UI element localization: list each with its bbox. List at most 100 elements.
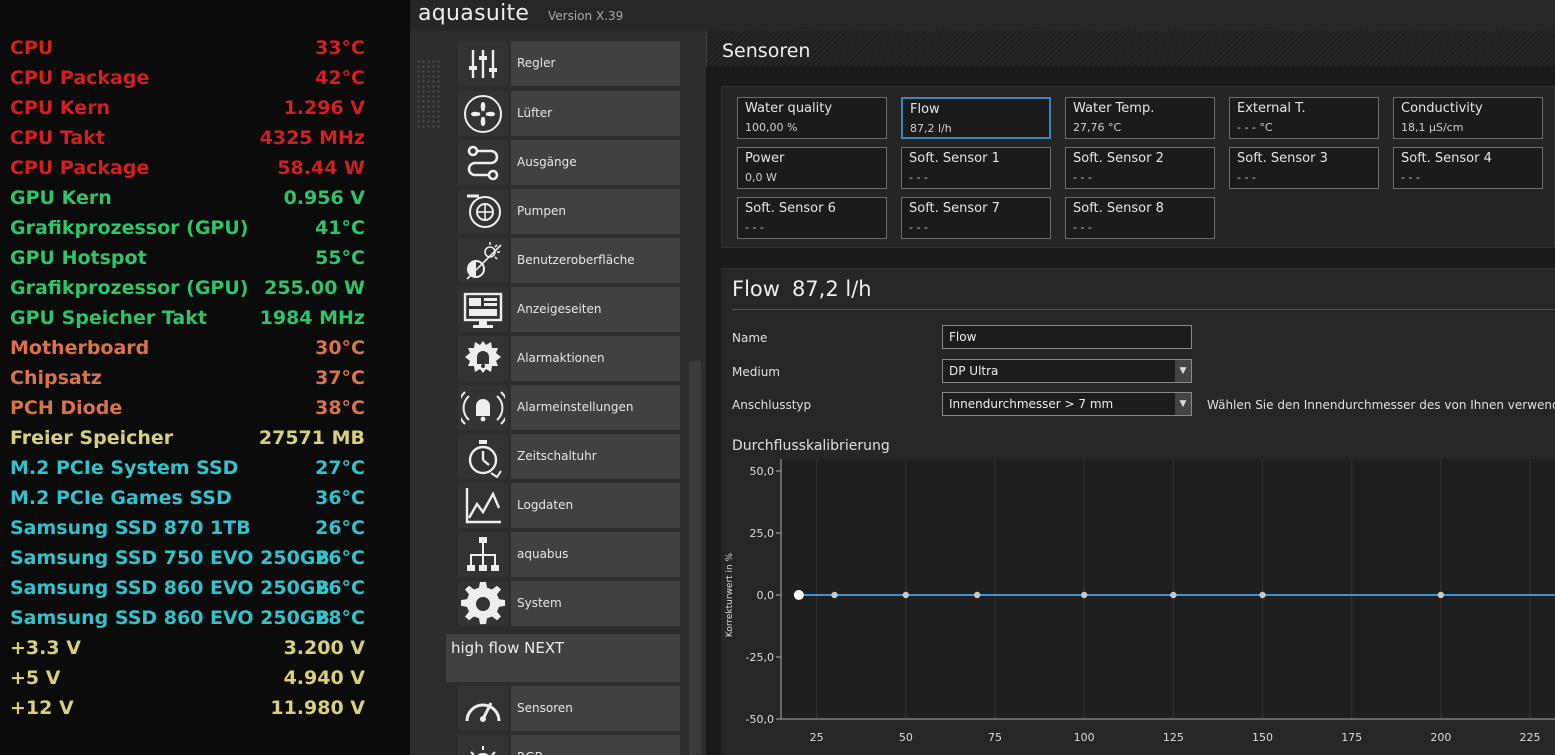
sidebar-item-benutzeroberfläche[interactable]: Benutzeroberfläche: [458, 238, 680, 283]
sensor-tile[interactable]: Soft. Sensor 2 - - -: [1065, 147, 1215, 189]
sidebar-item-sensoren[interactable]: Sensoren: [458, 686, 680, 731]
overlay-value: 36°C: [315, 487, 365, 509]
overlay-label: Chipsatz: [10, 367, 102, 389]
drag-handle[interactable]: [416, 59, 442, 129]
overlay-label: Samsung SSD 860 EVO 250GB: [10, 607, 330, 629]
x-tick-label: 100: [1074, 731, 1095, 744]
calibration-point[interactable]: [793, 590, 804, 600]
overlay-label: Samsung SSD 860 EVO 250GB: [10, 577, 330, 599]
calibration-point[interactable]: [1437, 591, 1445, 599]
overlay-row: Samsung SSD 870 1TB 26°C: [10, 513, 365, 543]
sensor-tile[interactable]: Soft. Sensor 6 - - -: [737, 197, 887, 239]
sensor-tile[interactable]: External T. - - - °C: [1229, 97, 1379, 139]
x-tick-label: 150: [1252, 731, 1273, 744]
device-title[interactable]: high flow NEXT: [446, 634, 680, 682]
chevron-down-icon[interactable]: ▼: [1175, 393, 1191, 415]
sensor-tile[interactable]: Soft. Sensor 8 - - -: [1065, 197, 1215, 239]
sensor-tile[interactable]: Soft. Sensor 3 - - -: [1229, 147, 1379, 189]
sidebar-item-alarmaktionen[interactable]: Alarmaktionen: [458, 336, 680, 381]
overlay-row: GPU Hotspot 55°C: [10, 243, 365, 273]
sensor-tile[interactable]: Water Temp. 27,76 °C: [1065, 97, 1215, 139]
sidebar-item-pumpen[interactable]: Pumpen: [458, 189, 680, 234]
alarm-bell-icon: [458, 336, 508, 381]
sidebar-item-aquabus[interactable]: aquabus: [458, 532, 680, 577]
sidebar-scrollbar[interactable]: [689, 361, 701, 755]
overlay-row: M.2 PCIe Games SSD 36°C: [10, 483, 365, 513]
calibration-point[interactable]: [831, 591, 838, 599]
sensor-tiles-panel: Water quality 100,00 % Flow 87,2 l/h Water T…: [721, 86, 1555, 248]
connection-hint: Wählen Sie den Innendurchmesser des von …: [1207, 398, 1555, 412]
sidebar-item-rgb[interactable]: RGB: [458, 735, 680, 755]
sensor-tile-name: Soft. Sensor 4: [1401, 151, 1492, 166]
sensor-tile[interactable]: Flow 87,2 l/h: [901, 97, 1051, 139]
overlay-label: +3.3 V: [10, 637, 81, 659]
connection-select[interactable]: Innendurchmesser > 7 mm ▼: [942, 392, 1192, 416]
detail-title-name: Flow: [732, 277, 780, 301]
sidebar-item-regler[interactable]: Regler: [458, 41, 680, 86]
overlay-label: +5 V: [10, 667, 61, 689]
sidebar-item-label: Zeitschaltuhr: [511, 434, 680, 479]
calibration-point[interactable]: [1259, 591, 1266, 599]
overlay-label: Motherboard: [10, 337, 150, 359]
sidebar-item-logdaten[interactable]: Logdaten: [458, 483, 680, 528]
y-tick-label: -50,0: [746, 713, 774, 726]
medium-select[interactable]: DP Ultra ▼: [942, 359, 1192, 383]
sensor-tile[interactable]: Conductivity 18,1 µS/cm: [1393, 97, 1543, 139]
x-tick-label: 25: [810, 731, 824, 744]
sensor-tile-name: Water quality: [745, 101, 833, 116]
overlay-row: CPU Package 42°C: [10, 63, 365, 93]
overlay-row: CPU Kern 1.296 V: [10, 93, 365, 123]
overlay-label: M.2 PCIe Games SSD: [10, 487, 232, 509]
overlay-row: Samsung SSD 860 EVO 250GB 26°C: [10, 573, 365, 603]
sensor-tile[interactable]: Power 0,0 W: [737, 147, 887, 189]
sidebar-item-zeitschaltuhr[interactable]: Zeitschaltuhr: [458, 434, 680, 479]
gauge-icon: [458, 686, 508, 731]
sensor-tile-value: - - -: [1073, 221, 1092, 234]
connection-label: Anschlusstyp: [732, 398, 812, 412]
sensor-tile[interactable]: Water quality 100,00 %: [737, 97, 887, 139]
overlay-value: 0.956 V: [283, 187, 365, 209]
calibration-chart[interactable]: 25 50 75 100 125 150 175 200 225 50,0 25,0 0,0 -25,0…: [721, 459, 1555, 755]
sensor-tile-value: 18,1 µS/cm: [1401, 121, 1464, 134]
overlay-row: GPU Speicher Takt 1984 MHz: [10, 303, 365, 333]
overlay-row: +5 V 4.940 V: [10, 663, 365, 693]
sensor-tile[interactable]: Soft. Sensor 4 - - -: [1393, 147, 1543, 189]
calibration-point[interactable]: [902, 591, 910, 599]
sensor-overlay: CPU 33°C CPU Package 42°C CPU Kern 1.296 V CPU…: [0, 0, 410, 755]
sensor-tile-value: 0,0 W: [745, 171, 777, 184]
overlay-label: M.2 PCIe System SSD: [10, 457, 239, 479]
y-tick-label: -25,0: [746, 651, 774, 664]
sensor-tile-name: Soft. Sensor 6: [745, 201, 836, 216]
sidebar-item-label: Logdaten: [511, 483, 680, 528]
sidebar-item-label: Ausgänge: [511, 140, 680, 185]
overlay-label: Grafikprozessor (GPU): [10, 217, 249, 239]
connection-select-value: Innendurchmesser > 7 mm: [949, 397, 1114, 411]
overlay-row: CPU Package 58.44 W: [10, 153, 365, 183]
overlay-value: 55°C: [315, 247, 365, 269]
calibration-point[interactable]: [1170, 591, 1177, 599]
divider: [732, 309, 1555, 310]
display-pages-icon: [458, 287, 508, 332]
sidebar-item-system[interactable]: System: [458, 581, 680, 626]
sensor-tile[interactable]: Soft. Sensor 1 - - -: [901, 147, 1051, 189]
overlay-row: PCH Diode 38°C: [10, 393, 365, 423]
calibration-point[interactable]: [1080, 591, 1088, 599]
timer-icon: [458, 434, 508, 479]
sensor-tile-value: - - -: [909, 171, 928, 184]
name-field[interactable]: Flow: [942, 325, 1192, 349]
calibration-point[interactable]: [973, 591, 981, 599]
detail-title-value: 87,2 l/h: [791, 277, 872, 301]
sidebar-item-lüfter[interactable]: Lüfter: [458, 91, 680, 136]
overlay-value: 38°C: [315, 397, 365, 419]
main-area: Sensoren Water quality 100,00 % Flow 87,2 l…: [706, 31, 1555, 755]
sliders-icon: [458, 41, 508, 86]
sidebar-item-alarmeinstellungen[interactable]: Alarmeinstellungen: [458, 385, 680, 430]
aquasuite-window: aquasuite Version X.39 high flow NEXT Re…: [410, 0, 1555, 755]
chevron-down-icon[interactable]: ▼: [1175, 360, 1191, 382]
sensor-tile-value: - - -: [1401, 171, 1420, 184]
sensor-tile[interactable]: Soft. Sensor 7 - - -: [901, 197, 1051, 239]
overlay-value: 11.980 V: [270, 697, 365, 719]
sidebar-item-anzeigeseiten[interactable]: Anzeigeseiten: [458, 287, 680, 332]
sensor-tile-value: - - -: [909, 221, 928, 234]
sidebar-item-ausgänge[interactable]: Ausgänge: [458, 140, 680, 185]
